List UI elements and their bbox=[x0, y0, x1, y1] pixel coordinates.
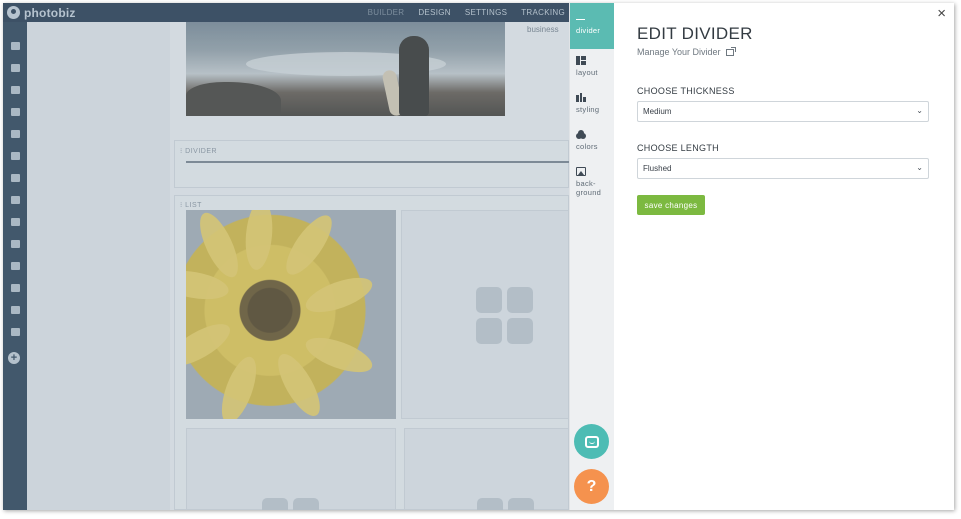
chevron-down-icon: ⌄ bbox=[916, 163, 923, 172]
panel-title: EDIT DIVIDER bbox=[637, 24, 753, 43]
length-label: CHOOSE LENGTH bbox=[637, 143, 719, 153]
length-select[interactable]: Flushed ⌄ bbox=[637, 158, 929, 179]
chevron-down-icon: ⌄ bbox=[916, 106, 923, 115]
tab-layout[interactable]: layout bbox=[570, 49, 615, 86]
external-link-icon bbox=[725, 46, 736, 56]
thickness-label: CHOOSE THICKNESS bbox=[637, 86, 735, 96]
question-icon: ? bbox=[586, 477, 597, 495]
modal-backdrop[interactable] bbox=[3, 3, 569, 510]
layout-icon bbox=[576, 56, 586, 65]
tab-background[interactable]: back- ground bbox=[570, 160, 615, 206]
styling-icon bbox=[576, 93, 587, 102]
panel-subtitle[interactable]: Manage Your Divider bbox=[637, 46, 736, 57]
tab-styling[interactable]: styling bbox=[570, 86, 615, 123]
tab-divider[interactable]: divider bbox=[570, 3, 615, 49]
close-icon[interactable]: × bbox=[937, 6, 946, 21]
builder-app: business ⁝ DIVIDER ⁝ LIST + photobiz BUI… bbox=[3, 3, 569, 510]
chat-button[interactable] bbox=[574, 424, 609, 459]
image-icon bbox=[576, 167, 586, 176]
chat-icon bbox=[584, 435, 599, 448]
colors-icon bbox=[576, 130, 586, 139]
minus-icon bbox=[576, 19, 585, 20]
thickness-select[interactable]: Medium ⌄ bbox=[637, 101, 929, 122]
edit-divider-panel: × EDIT DIVIDER Manage Your Divider CHOOS… bbox=[614, 3, 954, 510]
tab-colors[interactable]: colors bbox=[570, 123, 615, 160]
help-button[interactable]: ? bbox=[574, 469, 609, 504]
save-changes-button[interactable]: save changes bbox=[637, 195, 705, 215]
window: business ⁝ DIVIDER ⁝ LIST + photobiz BUI… bbox=[3, 3, 954, 510]
